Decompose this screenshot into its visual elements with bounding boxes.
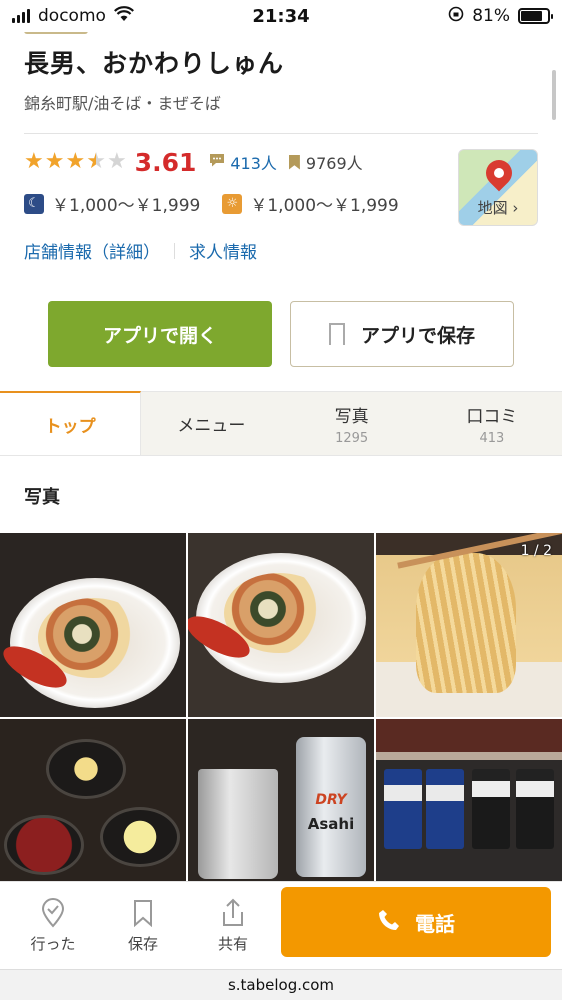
save-button[interactable]: 保存: [98, 897, 188, 954]
carrier-name: docomo: [38, 6, 106, 26]
wifi-icon: [113, 5, 134, 27]
can-brand: Asahi: [307, 815, 355, 833]
scrollbar[interactable]: [552, 70, 556, 120]
link-divider: [174, 242, 175, 259]
photo-thumbnail[interactable]: DRY Asahi: [188, 719, 374, 881]
bookmark-icon: [288, 154, 300, 170]
rating-row: ★ ★ ★ ★ ★ 3.61 413人 9769人: [24, 147, 363, 177]
share-button[interactable]: 共有: [188, 897, 278, 954]
bookmark-outline-icon: [328, 323, 345, 351]
save-label: 保存: [127, 935, 158, 953]
share-label: 共有: [217, 935, 248, 953]
check-pin-icon: [37, 897, 69, 929]
photo-thumbnail[interactable]: [0, 533, 186, 717]
went-label: 行った: [30, 935, 76, 953]
tab-label: トップ: [44, 416, 96, 437]
star-half-icon: ★: [86, 149, 106, 174]
photo-thumbnail[interactable]: 1 / 2: [376, 533, 562, 717]
divider: [24, 133, 538, 134]
url-bar[interactable]: s.tabelog.com: [0, 969, 562, 1000]
map-label: 地図: [477, 199, 508, 217]
battery-icon: [518, 8, 553, 24]
moon-icon: ☾: [24, 193, 44, 214]
rating-score: 3.61: [134, 147, 197, 177]
tab-top[interactable]: トップ: [0, 391, 142, 455]
tab-label: メニュー: [177, 416, 246, 436]
rating-stars: ★ ★ ★ ★ ★: [24, 151, 127, 173]
tab-menu[interactable]: メニュー: [141, 392, 281, 455]
url-text: s.tabelog.com: [227, 976, 335, 994]
price-lunch: ￥1,000～￥1,999: [250, 196, 399, 216]
price-dinner: ￥1,000～￥1,999: [52, 196, 201, 216]
tab-count: 1295: [335, 430, 369, 446]
save-in-app-button[interactable]: アプリで保存: [290, 301, 514, 367]
tab-bar: トップ メニュー 写真 1295 口コミ 413: [0, 391, 562, 456]
tab-count: 413: [479, 430, 505, 446]
info-links: 店舗情報（詳細） 求人情報: [24, 238, 257, 263]
map-button[interactable]: 地図 ›: [458, 149, 538, 226]
orientation-lock-icon: [448, 6, 464, 27]
photo-thumbnail[interactable]: [0, 719, 186, 881]
photo-thumbnail[interactable]: [376, 719, 562, 881]
tab-label: 写真: [334, 406, 369, 427]
tab-label: 口コミ: [466, 406, 518, 427]
photo-thumbnail[interactable]: [188, 533, 374, 717]
tab-photos[interactable]: 写真 1295: [282, 392, 422, 455]
save-in-app-label: アプリで保存: [360, 324, 475, 347]
tab-reviews[interactable]: 口コミ 413: [422, 392, 562, 455]
status-bar: docomo 21:34 81%: [0, 0, 562, 32]
open-in-app-label: アプリで開く: [102, 324, 217, 347]
star-empty-icon: ★: [106, 149, 127, 174]
star-icon: ★: [44, 149, 65, 174]
battery-percent: 81%: [472, 6, 510, 26]
phone-icon: [377, 908, 401, 937]
price-row: ☾ ￥1,000～￥1,999 ☼ ￥1,000～￥1,999: [24, 191, 399, 216]
star-icon: ★: [24, 149, 44, 174]
share-icon: [217, 897, 249, 929]
photo-grid: 1 / 2 DRY Asahi: [0, 533, 562, 881]
shop-genre: 錦糸町駅/油そば・まぜそば: [24, 94, 221, 113]
signal-icon: [12, 9, 30, 23]
phone-label: 電話: [415, 911, 455, 936]
photo-counter: 1 / 2: [520, 543, 552, 559]
can-label: DRY: [315, 792, 347, 808]
shop-name: 長男、おかわりしゅん: [24, 49, 285, 78]
phone-call-button[interactable]: 電話: [281, 887, 551, 957]
comment-icon: [208, 152, 226, 172]
bookmark-count: 9769人: [305, 154, 363, 173]
shop-detail-link[interactable]: 店舗情報（詳細）: [24, 238, 160, 263]
map-pin-icon: [480, 154, 518, 192]
clock: 21:34: [252, 5, 310, 27]
bookmark-outline-icon: [127, 897, 159, 929]
went-button[interactable]: 行った: [8, 897, 98, 954]
photos-section-title: 写真: [24, 487, 60, 508]
review-count-link[interactable]: 413人: [230, 150, 277, 174]
star-icon: ★: [65, 149, 86, 174]
sun-icon: ☼: [222, 193, 243, 214]
job-info-link[interactable]: 求人情報: [189, 238, 257, 263]
open-in-app-button[interactable]: アプリで開く: [48, 301, 272, 367]
